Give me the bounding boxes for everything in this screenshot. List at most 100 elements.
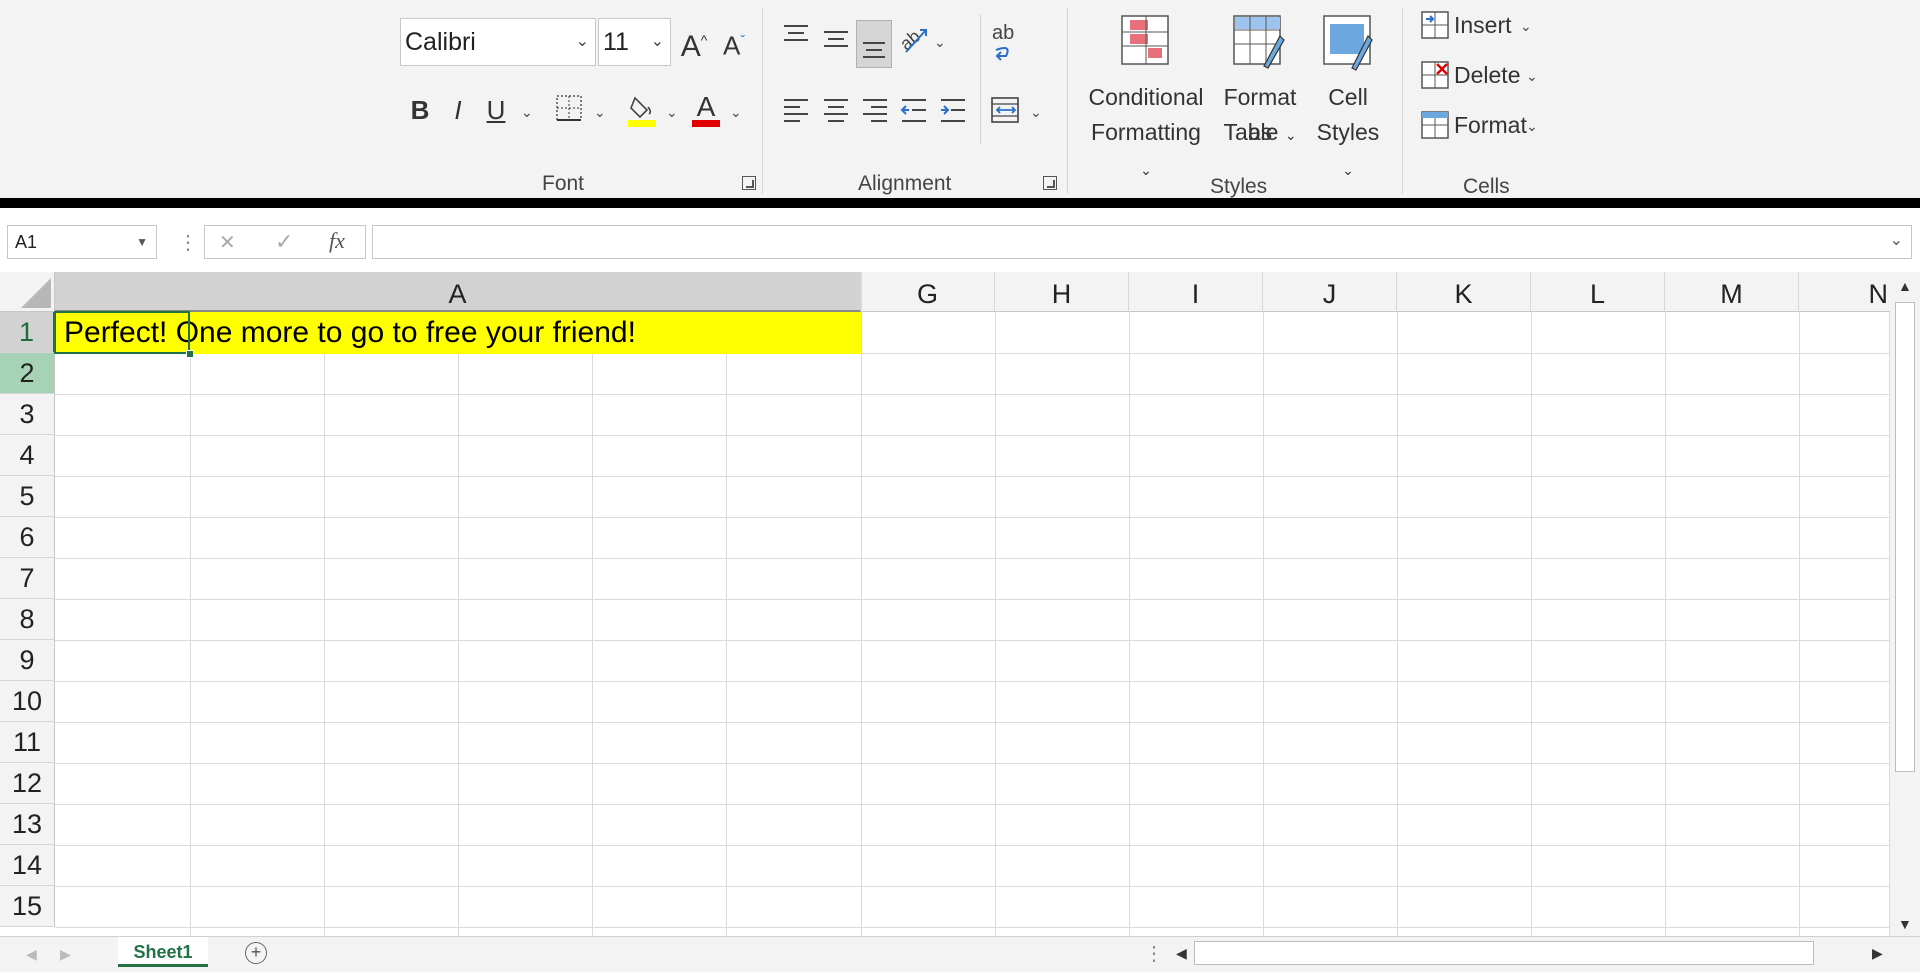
- tab-split-grip-icon[interactable]: ⋮: [1144, 941, 1164, 966]
- sheet-tab-sheet1[interactable]: Sheet1: [118, 937, 208, 967]
- gridline: [861, 272, 862, 936]
- column-header-g[interactable]: G: [861, 272, 995, 312]
- column-header-k[interactable]: K: [1397, 272, 1531, 312]
- scroll-down-icon[interactable]: ▼: [1898, 916, 1912, 932]
- fill-color-dropdown-chevron-icon[interactable]: ⌄: [666, 104, 678, 121]
- column-header-l[interactable]: L: [1531, 272, 1665, 312]
- bottom-align-icon: [863, 42, 885, 58]
- orientation-dropdown-chevron-icon[interactable]: ⌄: [934, 34, 946, 51]
- expand-formula-bar-icon[interactable]: ⌄: [1890, 230, 1903, 250]
- scroll-right-icon[interactable]: ▶: [1872, 945, 1883, 962]
- column-header-i[interactable]: I: [1129, 272, 1263, 312]
- gridline: [55, 394, 1890, 395]
- italic-icon: I: [454, 95, 462, 125]
- row-header-14[interactable]: 14: [0, 845, 55, 886]
- decrease-indent-button[interactable]: [900, 96, 928, 124]
- top-align-button[interactable]: [782, 22, 810, 50]
- font-size-select[interactable]: 11 ⌄: [598, 18, 671, 66]
- bottom-align-button[interactable]: [856, 20, 892, 68]
- row-header-10[interactable]: 10: [0, 681, 55, 722]
- underline-dropdown-chevron-icon[interactable]: ⌄: [521, 104, 533, 121]
- chevron-down-icon: ⌄: [1526, 68, 1538, 84]
- middle-align-button[interactable]: [822, 26, 850, 54]
- next-sheet-icon[interactable]: ▶: [60, 946, 71, 963]
- fill-color-swatch: [628, 120, 656, 127]
- decrease-font-size-button[interactable]: Aˇ: [716, 20, 752, 66]
- conditional-formatting-icon: [1121, 15, 1169, 65]
- row-header-1[interactable]: 1: [0, 312, 55, 353]
- align-right-button[interactable]: [861, 96, 889, 124]
- column-header-j[interactable]: J: [1263, 272, 1397, 312]
- group-separator: [1067, 8, 1068, 194]
- font-family-value: Calibri: [405, 28, 476, 56]
- underline-button[interactable]: U: [480, 90, 512, 130]
- merge-center-button[interactable]: [990, 92, 1022, 128]
- enter-icon[interactable]: ✓: [275, 229, 293, 255]
- bold-button[interactable]: B: [404, 90, 436, 130]
- cell-styles-button[interactable]: Cell Styles ⌄: [1308, 12, 1388, 178]
- row-header-12[interactable]: 12: [0, 763, 55, 804]
- fill-color-button[interactable]: [627, 92, 659, 128]
- gridline: [1263, 312, 1264, 936]
- font-dialog-launcher-icon[interactable]: [742, 176, 756, 190]
- align-center-button[interactable]: [822, 96, 850, 124]
- vertical-scroll-thumb[interactable]: [1895, 302, 1915, 772]
- delete-cells-button[interactable]: Delete ⌄: [1418, 56, 1542, 96]
- horizontal-scroll-thumb[interactable]: [1194, 941, 1814, 965]
- row-header-6[interactable]: 6: [0, 517, 55, 558]
- middle-align-icon: [824, 31, 848, 47]
- prev-sheet-icon[interactable]: ◀: [26, 946, 37, 963]
- row-header-15[interactable]: 15: [0, 886, 55, 927]
- increase-font-size-button[interactable]: A^: [676, 20, 712, 67]
- align-center-icon: [824, 99, 848, 122]
- scroll-left-icon[interactable]: ◀: [1176, 945, 1187, 962]
- align-left-button[interactable]: [782, 96, 810, 124]
- font-color-dropdown-chevron-icon[interactable]: ⌄: [730, 104, 742, 121]
- font-family-select[interactable]: Calibri ⌄: [400, 18, 596, 66]
- gridline: [55, 722, 1890, 723]
- italic-button[interactable]: I: [442, 90, 474, 130]
- row-header-7[interactable]: 7: [0, 558, 55, 599]
- conditional-formatting-button[interactable]: Conditional Formatting ⌄: [1084, 12, 1208, 178]
- row-header-13[interactable]: 13: [0, 804, 55, 845]
- insert-cells-button[interactable]: Insert ⌄: [1418, 6, 1538, 46]
- column-header-h[interactable]: H: [995, 272, 1129, 312]
- orientation-button[interactable]: ab: [896, 22, 930, 56]
- column-header-n[interactable]: N: [1799, 272, 1890, 312]
- vertical-scrollbar[interactable]: ▲ ▼: [1890, 272, 1920, 936]
- row-header-11[interactable]: 11: [0, 722, 55, 763]
- add-sheet-button[interactable]: +: [245, 942, 267, 964]
- cancel-icon[interactable]: ✕: [219, 230, 236, 255]
- row-header-4[interactable]: 4: [0, 435, 55, 476]
- scroll-up-icon[interactable]: ▲: [1898, 278, 1912, 294]
- fill-handle[interactable]: [186, 350, 194, 358]
- increase-indent-button[interactable]: [939, 96, 967, 124]
- font-color-button[interactable]: A: [691, 90, 721, 128]
- horizontal-scrollbar[interactable]: ◀ ▶: [1172, 941, 1894, 965]
- gridline: [55, 681, 1890, 682]
- row-header-3[interactable]: 3: [0, 394, 55, 435]
- alignment-dialog-launcher-icon[interactable]: [1043, 176, 1057, 190]
- borders-button[interactable]: [555, 94, 585, 124]
- delete-cells-icon: [1421, 61, 1449, 89]
- column-header-a[interactable]: A: [55, 272, 861, 312]
- wrap-text-button[interactable]: ab: [990, 20, 1026, 66]
- row-header-9[interactable]: 9: [0, 640, 55, 681]
- formula-controls: ✕ ✓ fx: [204, 225, 366, 259]
- row-header-2[interactable]: 2: [0, 353, 55, 394]
- gridline: [592, 312, 593, 936]
- worksheet-grid[interactable]: A G H I J K L M N 1 2 3 4 5 6 7 8 9 10 1…: [0, 272, 1890, 936]
- chevron-down-icon: ⌄: [1520, 18, 1532, 34]
- merge-dropdown-chevron-icon[interactable]: ⌄: [1030, 104, 1042, 121]
- formula-input[interactable]: ⌄: [372, 225, 1912, 259]
- format-as-table-icon: [1233, 15, 1285, 69]
- column-header-m[interactable]: M: [1665, 272, 1799, 312]
- insert-function-button[interactable]: fx: [329, 228, 345, 254]
- name-box[interactable]: A1 ▼: [7, 225, 157, 259]
- borders-dropdown-chevron-icon[interactable]: ⌄: [594, 104, 606, 121]
- format-as-table-button[interactable]: Format as Table ⌄: [1212, 12, 1308, 154]
- row-header-5[interactable]: 5: [0, 476, 55, 517]
- format-cells-button[interactable]: Format ⌄: [1418, 106, 1542, 146]
- row-header-8[interactable]: 8: [0, 599, 55, 640]
- select-all-button[interactable]: [0, 272, 55, 312]
